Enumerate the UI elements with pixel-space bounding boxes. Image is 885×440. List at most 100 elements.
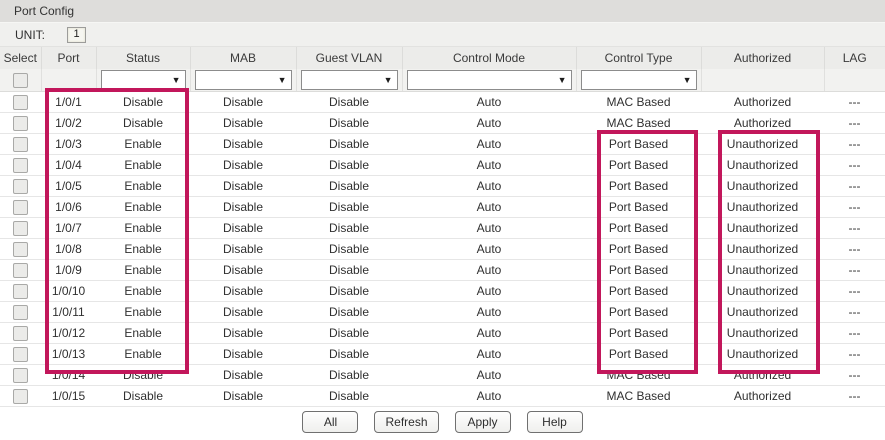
cell-control_mode: Auto (402, 344, 576, 365)
guest-vlan-filter-dropdown[interactable]: ▼ (301, 70, 398, 90)
cell-status: Enable (96, 281, 190, 302)
table-row: 1/0/5EnableDisableDisableAutoPort BasedU… (0, 176, 885, 197)
table-row: 1/0/7EnableDisableDisableAutoPort BasedU… (0, 218, 885, 239)
chevron-down-icon: ▼ (278, 76, 287, 85)
row-select-cell (0, 323, 41, 344)
col-header-mab: MAB (190, 47, 296, 70)
select-row-checkbox[interactable] (13, 116, 28, 131)
cell-control_mode: Auto (402, 386, 576, 407)
select-row-checkbox[interactable] (13, 179, 28, 194)
cell-control_type: Port Based (576, 134, 701, 155)
select-row-checkbox[interactable] (13, 326, 28, 341)
help-button[interactable]: Help (527, 411, 583, 433)
select-row-checkbox[interactable] (13, 389, 28, 404)
col-header-status: Status (96, 47, 190, 70)
cell-port: 1/0/14 (41, 365, 96, 386)
row-select-cell (0, 386, 41, 407)
cell-status: Enable (96, 344, 190, 365)
cell-lag: --- (824, 134, 885, 155)
cell-guest_vlan: Disable (296, 218, 402, 239)
col-header-guest-vlan: Guest VLAN (296, 47, 402, 70)
row-select-cell (0, 218, 41, 239)
mab-filter-dropdown[interactable]: ▼ (195, 70, 292, 90)
select-all-checkbox[interactable] (13, 73, 28, 88)
cell-lag: --- (824, 323, 885, 344)
table-row: 1/0/10EnableDisableDisableAutoPort Based… (0, 281, 885, 302)
table-row: 1/0/14DisableDisableDisableAutoMAC Based… (0, 365, 885, 386)
cell-control_type: Port Based (576, 323, 701, 344)
select-row-checkbox[interactable] (13, 284, 28, 299)
cell-port: 1/0/6 (41, 197, 96, 218)
refresh-button[interactable]: Refresh (374, 411, 438, 433)
cell-authorized: Unauthorized (701, 323, 824, 344)
select-row-checkbox[interactable] (13, 221, 28, 236)
select-row-checkbox[interactable] (13, 263, 28, 278)
cell-port: 1/0/3 (41, 134, 96, 155)
select-row-checkbox[interactable] (13, 95, 28, 110)
cell-control_type: Port Based (576, 218, 701, 239)
cell-control_mode: Auto (402, 281, 576, 302)
row-select-cell (0, 176, 41, 197)
all-button[interactable]: All (302, 411, 358, 433)
cell-mab: Disable (190, 344, 296, 365)
cell-control_type: Port Based (576, 155, 701, 176)
select-row-checkbox[interactable] (13, 200, 28, 215)
table-row: 1/0/1DisableDisableDisableAutoMAC BasedA… (0, 92, 885, 113)
cell-guest_vlan: Disable (296, 176, 402, 197)
select-row-checkbox[interactable] (13, 137, 28, 152)
cell-lag: --- (824, 197, 885, 218)
port-config-page: Port Config UNIT: 1 Select Port Status M… (0, 0, 885, 440)
row-select-cell (0, 302, 41, 323)
cell-port: 1/0/15 (41, 386, 96, 407)
cell-control_type: Port Based (576, 239, 701, 260)
select-row-checkbox[interactable] (13, 242, 28, 257)
cell-authorized: Authorized (701, 386, 824, 407)
cell-authorized: Unauthorized (701, 239, 824, 260)
cell-mab: Disable (190, 260, 296, 281)
cell-status: Enable (96, 323, 190, 344)
cell-control_mode: Auto (402, 302, 576, 323)
cell-status: Enable (96, 239, 190, 260)
col-header-lag: LAG (824, 47, 885, 70)
cell-status: Enable (96, 176, 190, 197)
cell-guest_vlan: Disable (296, 323, 402, 344)
cell-authorized: Unauthorized (701, 176, 824, 197)
page-title: Port Config (0, 0, 885, 23)
unit-1-button[interactable]: 1 (67, 27, 86, 43)
control-type-filter-dropdown[interactable]: ▼ (581, 70, 697, 90)
cell-status: Disable (96, 92, 190, 113)
select-row-checkbox[interactable] (13, 368, 28, 383)
cell-authorized: Unauthorized (701, 281, 824, 302)
cell-port: 1/0/10 (41, 281, 96, 302)
select-row-checkbox[interactable] (13, 305, 28, 320)
select-row-checkbox[interactable] (13, 347, 28, 362)
cell-port: 1/0/2 (41, 113, 96, 134)
table-filter-row: ▼ ▼ ▼ (0, 69, 885, 92)
apply-button[interactable]: Apply (455, 411, 511, 433)
table-row: 1/0/11EnableDisableDisableAutoPort Based… (0, 302, 885, 323)
cell-port: 1/0/11 (41, 302, 96, 323)
table-row: 1/0/4EnableDisableDisableAutoPort BasedU… (0, 155, 885, 176)
port-config-table: Select Port Status MAB Guest VLAN Contro… (0, 46, 885, 407)
cell-status: Enable (96, 134, 190, 155)
cell-mab: Disable (190, 386, 296, 407)
row-select-cell (0, 344, 41, 365)
cell-mab: Disable (190, 113, 296, 134)
select-row-checkbox[interactable] (13, 158, 28, 173)
cell-guest_vlan: Disable (296, 239, 402, 260)
cell-mab: Disable (190, 155, 296, 176)
cell-guest_vlan: Disable (296, 197, 402, 218)
row-select-cell (0, 113, 41, 134)
page-title-text: Port Config (14, 4, 74, 18)
status-filter-dropdown[interactable]: ▼ (101, 70, 186, 90)
row-select-cell (0, 365, 41, 386)
control-mode-filter-dropdown[interactable]: ▼ (407, 70, 572, 90)
cell-port: 1/0/9 (41, 260, 96, 281)
table-row: 1/0/2DisableDisableDisableAutoMAC BasedA… (0, 113, 885, 134)
cell-status: Enable (96, 302, 190, 323)
cell-control_mode: Auto (402, 365, 576, 386)
cell-lag: --- (824, 386, 885, 407)
table-header-row: Select Port Status MAB Guest VLAN Contro… (0, 47, 885, 70)
chevron-down-icon: ▼ (558, 76, 567, 85)
cell-status: Enable (96, 218, 190, 239)
